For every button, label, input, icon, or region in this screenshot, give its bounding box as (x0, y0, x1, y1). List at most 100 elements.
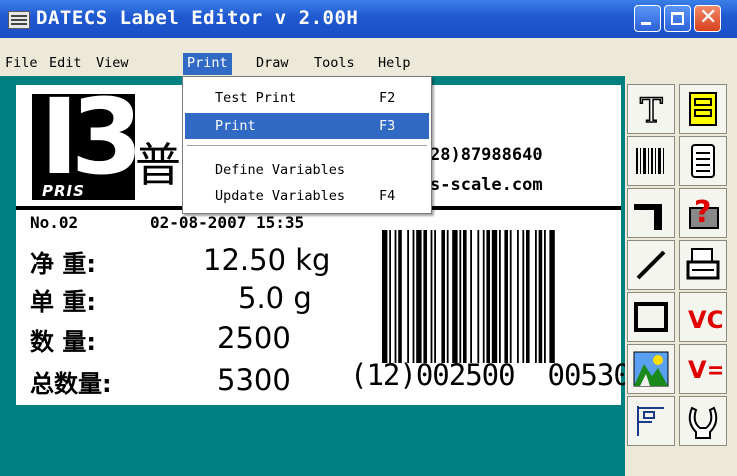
help-tool-button[interactable]: ? (679, 188, 727, 238)
menu-help[interactable]: Help (374, 53, 415, 75)
barcode-bar (486, 230, 490, 363)
minimize-button[interactable] (634, 5, 661, 32)
update-variables-shortcut: F4 (379, 188, 396, 204)
maximize-button[interactable] (664, 5, 691, 32)
barcode-bar (482, 230, 485, 363)
quantity-label[interactable]: 数 量: (30, 322, 96, 357)
barcode-bar (398, 230, 402, 363)
menu-item-test-print[interactable]: Test Print F2 (185, 85, 429, 111)
barcode-bar (549, 230, 555, 363)
barcode-bar (535, 230, 537, 363)
variable-equals-icon: V= (688, 356, 722, 384)
print-label: Print (215, 118, 256, 134)
total-quantity-label[interactable]: 总数量: (30, 364, 112, 399)
quantity-value[interactable]: 2500 (217, 322, 291, 354)
test-print-shortcut: F2 (379, 90, 396, 106)
menu-print[interactable]: Print (183, 53, 232, 75)
barcode-bar (517, 230, 519, 363)
settings-tool-icon (688, 406, 718, 439)
menu-view[interactable]: View (92, 53, 133, 75)
test-print-label: Test Print (215, 90, 297, 106)
barcode-bar (477, 230, 480, 363)
barcode-bar (434, 230, 436, 363)
total-quantity-value[interactable]: 5300 (217, 364, 291, 396)
menu-separator (187, 145, 427, 147)
close-button[interactable]: ✕ (694, 5, 721, 32)
logo-mark: I3 (40, 76, 143, 198)
company-logo[interactable]: I3 PRIS (32, 76, 143, 200)
document-tool-icon (691, 144, 715, 178)
barcode-bar (459, 230, 462, 363)
svg-text:VC: VC (688, 306, 722, 334)
rectangle-tool-button[interactable] (627, 292, 675, 342)
barcode-bar (526, 230, 530, 363)
website-text[interactable]: s-scale.com (430, 175, 543, 195)
variable-counter-icon: VC (688, 306, 722, 334)
barcode-bar (430, 230, 433, 363)
barcode-bar (544, 230, 546, 363)
barcode[interactable] (382, 230, 598, 363)
net-weight-value[interactable]: 12.50 kg (203, 244, 330, 276)
toolbox-panel: T ? VC V= (625, 76, 737, 476)
keyboard-icon[interactable] (8, 11, 30, 29)
barcode-bar (412, 230, 415, 363)
svg-text:T: T (640, 91, 663, 128)
menu-file[interactable]: File (1, 53, 42, 75)
barcode-tool-button[interactable] (627, 136, 675, 186)
barcode-bar (463, 230, 467, 363)
company-name-char[interactable]: 普 (135, 140, 181, 190)
barcode-text[interactable]: (12)002500 005300 (350, 358, 647, 392)
image-tool-icon (633, 351, 669, 387)
barcode-bar (499, 230, 501, 363)
field-tool-button[interactable] (679, 84, 727, 134)
image-tool-button[interactable] (627, 344, 675, 394)
menu-item-define-variables[interactable]: Define Variables (185, 157, 429, 183)
barcode-bar (382, 230, 388, 363)
print-menu-dropdown: Test Print F2 Print F3 Define Variables … (182, 76, 432, 214)
datetime-field[interactable]: 02-08-2007 15:35 (150, 213, 304, 232)
barcode-bar (446, 230, 449, 363)
printer-tool-button[interactable] (679, 240, 727, 290)
barcode-bar (491, 230, 498, 363)
line-tool-button[interactable] (627, 240, 675, 290)
label-number[interactable]: No.02 (30, 213, 78, 232)
table-tool-button[interactable] (627, 396, 675, 446)
document-tool-button[interactable] (679, 136, 727, 186)
menu-item-update-variables[interactable]: Update Variables F4 (185, 183, 429, 209)
barcode-bar (522, 230, 525, 363)
rotate-tool-icon (634, 204, 662, 230)
minimize-icon (641, 22, 651, 25)
update-variables-label: Update Variables (215, 188, 346, 204)
barcode-bar (470, 230, 472, 363)
barcode-bar (389, 230, 391, 363)
svg-text:V=: V= (688, 356, 722, 384)
printer-tool-icon (686, 248, 720, 280)
settings-tool-button[interactable] (679, 396, 727, 446)
barcode-bar (394, 230, 397, 363)
net-weight-label[interactable]: 净 重: (30, 244, 96, 279)
close-icon: ✕ (699, 5, 718, 30)
table-tool-icon (637, 406, 664, 436)
unit-weight-label[interactable]: 单 重: (30, 282, 96, 317)
barcode-bar (407, 230, 409, 363)
menu-item-print[interactable]: Print F3 (185, 113, 429, 139)
barcode-bar (504, 230, 508, 363)
logo-text: PRIS (42, 182, 85, 200)
text-tool-icon: T (639, 90, 664, 128)
variable-counter-button[interactable]: VC (679, 292, 727, 342)
line-tool-icon (636, 250, 666, 280)
rotate-tool-button[interactable] (627, 188, 675, 238)
define-variables-label: Define Variables (215, 162, 346, 178)
menu-draw[interactable]: Draw (252, 53, 293, 75)
phone-text[interactable]: 28)87988640 (430, 145, 543, 165)
unit-weight-value[interactable]: 5.0 g (238, 282, 312, 314)
menu-edit[interactable]: Edit (45, 53, 86, 75)
variable-equals-button[interactable]: V= (679, 344, 727, 394)
svg-text:?: ? (694, 195, 711, 230)
rectangle-tool-icon (634, 302, 668, 332)
window-title: DATECS Label Editor v 2.00H (36, 7, 359, 29)
text-tool-button[interactable]: T (627, 84, 675, 134)
menu-tools[interactable]: Tools (310, 53, 359, 75)
barcode-tool-icon (636, 148, 664, 174)
title-bar: DATECS Label Editor v 2.00H ✕ (0, 0, 737, 38)
